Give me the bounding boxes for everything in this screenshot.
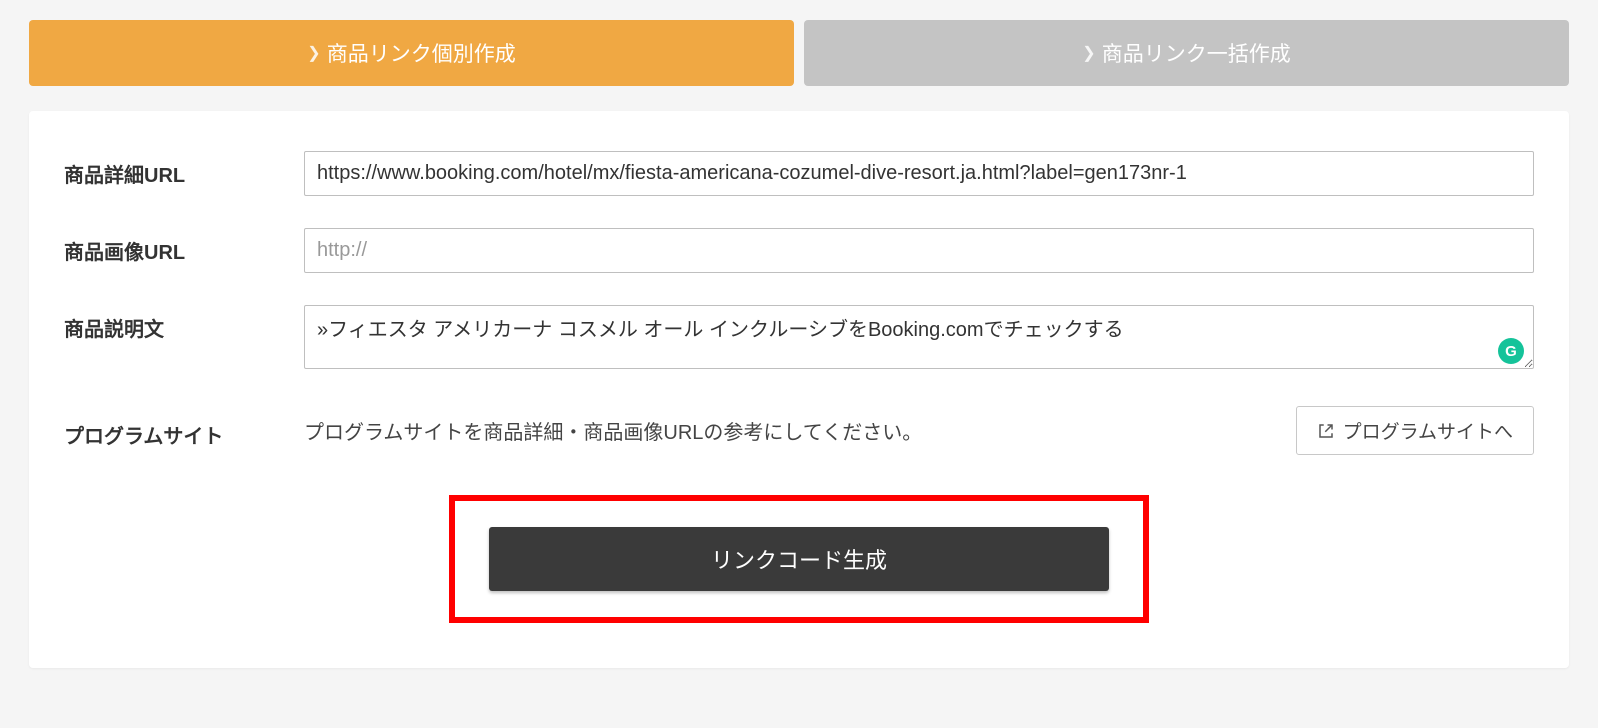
highlight-box: リンクコード生成 (449, 495, 1149, 623)
tab-bulk[interactable]: ❯ 商品リンク一括作成 (804, 20, 1569, 86)
program-site-button[interactable]: プログラムサイトへ (1296, 406, 1534, 455)
tab-individual-label: 商品リンク個別作成 (327, 38, 516, 68)
label-description: 商品説明文 (64, 305, 304, 342)
tab-bulk-label: 商品リンク一括作成 (1102, 38, 1291, 68)
label-detail-url: 商品詳細URL (64, 151, 304, 188)
label-image-url: 商品画像URL (64, 228, 304, 265)
chevron-right-icon: ❯ (1082, 43, 1095, 63)
tab-individual[interactable]: ❯ 商品リンク個別作成 (29, 20, 794, 86)
label-program-site: プログラムサイト (64, 412, 304, 449)
form-card: 商品詳細URL 商品画像URL 商品説明文 G プログラムサイト プログラムサイ… (29, 111, 1569, 668)
detail-url-input[interactable] (304, 151, 1534, 196)
generate-link-button[interactable]: リンクコード生成 (489, 527, 1109, 591)
description-textarea[interactable] (304, 305, 1534, 369)
tabs: ❯ 商品リンク個別作成 ❯ 商品リンク一括作成 (29, 20, 1569, 86)
program-help-text: プログラムサイトを商品詳細・商品画像URLの参考にしてください。 (304, 416, 1296, 445)
image-url-input[interactable] (304, 228, 1534, 273)
program-site-button-label: プログラムサイトへ (1343, 417, 1513, 444)
chevron-right-icon: ❯ (307, 43, 320, 63)
external-link-icon (1317, 422, 1335, 440)
